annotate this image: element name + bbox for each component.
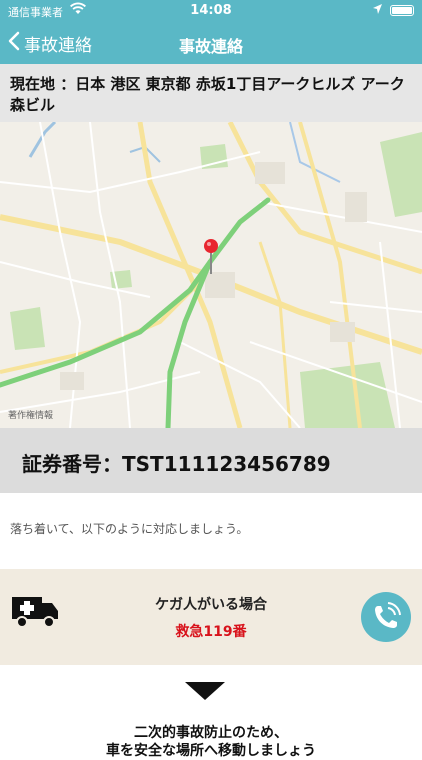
guidance-text: 落ち着いて、以下のように対応しましょう。 — [10, 522, 249, 536]
injury-card: ケガ人がいる場合 救急119番 — [0, 569, 422, 665]
policy-number-bar: 証券番号：TST111123456789 — [0, 428, 422, 493]
battery-icon — [390, 5, 414, 16]
policy-number: 証券番号：TST111123456789 — [22, 452, 331, 476]
instruction-line-1: 二次的事故防止のため、 — [134, 725, 288, 741]
page-title: 事故連絡 — [178, 37, 243, 56]
phone-icon — [361, 602, 411, 646]
current-location-address: 現在地 ：日本 港区 東京都 赤坂1丁目アークヒルズ アーク森ビル — [0, 64, 422, 122]
map-graphics — [0, 122, 422, 428]
emergency-number: 救急119番 — [175, 624, 247, 640]
location-arrow-icon — [372, 3, 383, 18]
call-emergency-button[interactable] — [361, 592, 411, 642]
status-bar: 通信事業者 14:08 — [0, 0, 422, 22]
arrow-down-icon — [185, 682, 225, 700]
instruction-line-2: 車を安全な場所へ移動しましょう — [106, 743, 316, 759]
map-view[interactable]: 著作権情報 — [0, 122, 422, 428]
nav-bar: 事故連絡 事故連絡 — [0, 22, 422, 64]
injury-card-title: ケガ人がいる場合 — [155, 597, 267, 613]
status-time: 14:08 — [190, 3, 232, 18]
map-copyright-link[interactable]: 著作権情報 — [8, 408, 53, 421]
